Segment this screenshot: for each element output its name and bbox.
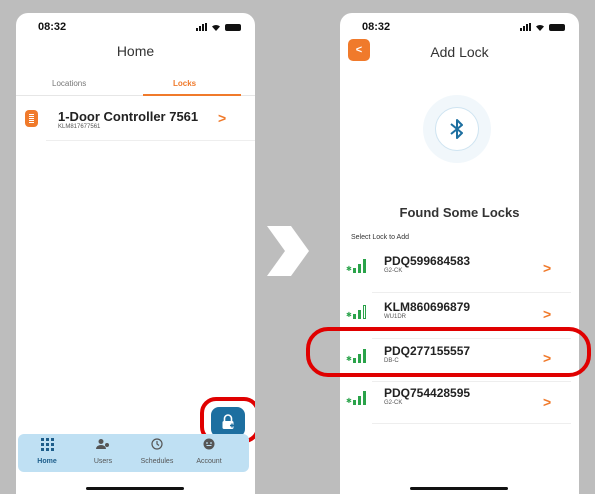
page-title: Home <box>116 43 155 59</box>
lock-row[interactable]: ✱ PDQ754428595 G2-CK > <box>340 385 579 419</box>
clock-icon <box>132 438 182 451</box>
signal-strength-icon <box>353 390 366 405</box>
status-bar: 08:32 <box>16 21 255 35</box>
battery-icon <box>225 24 241 31</box>
tab-locks[interactable]: Locks <box>173 79 196 88</box>
bluetooth-small-icon: ✱ <box>346 398 352 405</box>
lock-name: 1-Door Controller 7561 <box>58 109 199 124</box>
lock-list-item[interactable]: 1-Door Controller 7561 KLM817677561 > <box>16 109 255 143</box>
bluetooth-small-icon: ✱ <box>346 266 352 273</box>
status-bar: 08:32 <box>340 21 579 35</box>
chevron-right-icon: > <box>543 394 552 410</box>
account-icon <box>184 438 234 451</box>
home-indicator <box>410 487 508 490</box>
chevron-right-icon: > <box>543 306 552 322</box>
keypad-lock-icon <box>25 110 38 127</box>
divider <box>46 140 255 141</box>
add-lock-button[interactable] <box>211 407 245 437</box>
bottom-nav: Home Users Schedules Account <box>18 434 249 472</box>
wifi-icon <box>212 24 220 31</box>
status-time: 08:32 <box>38 21 67 33</box>
active-tab-indicator <box>143 94 241 96</box>
chevron-right-icon <box>267 226 309 276</box>
found-locks-title: Found Some Locks <box>399 205 520 220</box>
signal-strength-icon <box>353 304 366 319</box>
bluetooth-small-icon: ✱ <box>346 312 352 319</box>
home-indicator <box>86 487 184 490</box>
chevron-right-icon: > <box>543 260 552 276</box>
users-icon <box>78 438 128 451</box>
select-lock-label: Select Lock to Add <box>351 234 409 241</box>
status-time: 08:32 <box>362 21 391 33</box>
wifi-icon <box>536 24 544 31</box>
add-lock-screen: 08:32 < Add Lock Found Some Locks Select… <box>340 13 579 494</box>
page-title: Add Lock <box>430 44 489 60</box>
battery-icon <box>549 24 565 31</box>
cellular-signal-icon <box>520 23 531 31</box>
divider <box>372 381 571 382</box>
lock-row[interactable]: ✱ PDQ599684583 G2-CK > <box>340 253 579 287</box>
lock-id: KLM817677561 <box>58 124 101 130</box>
nav-account[interactable]: Account <box>184 438 234 465</box>
chevron-right-icon: > <box>218 110 227 126</box>
highlight-ring <box>306 327 591 377</box>
nav-home[interactable]: Home <box>22 438 72 465</box>
bluetooth-indicator <box>435 107 479 151</box>
add-lock-icon <box>222 414 234 429</box>
signal-strength-icon <box>353 258 366 273</box>
divider <box>372 423 571 424</box>
bluetooth-icon <box>450 119 463 139</box>
home-screen: 08:32 Home Locations Locks 1-Door Contro… <box>16 13 255 494</box>
divider <box>372 292 571 293</box>
nav-users[interactable]: Users <box>78 438 128 465</box>
tab-locations[interactable]: Locations <box>52 79 86 88</box>
grid-icon <box>22 438 72 451</box>
nav-schedules[interactable]: Schedules <box>132 438 182 465</box>
tab-bar: Locations Locks <box>16 77 255 96</box>
cellular-signal-icon <box>196 23 207 31</box>
